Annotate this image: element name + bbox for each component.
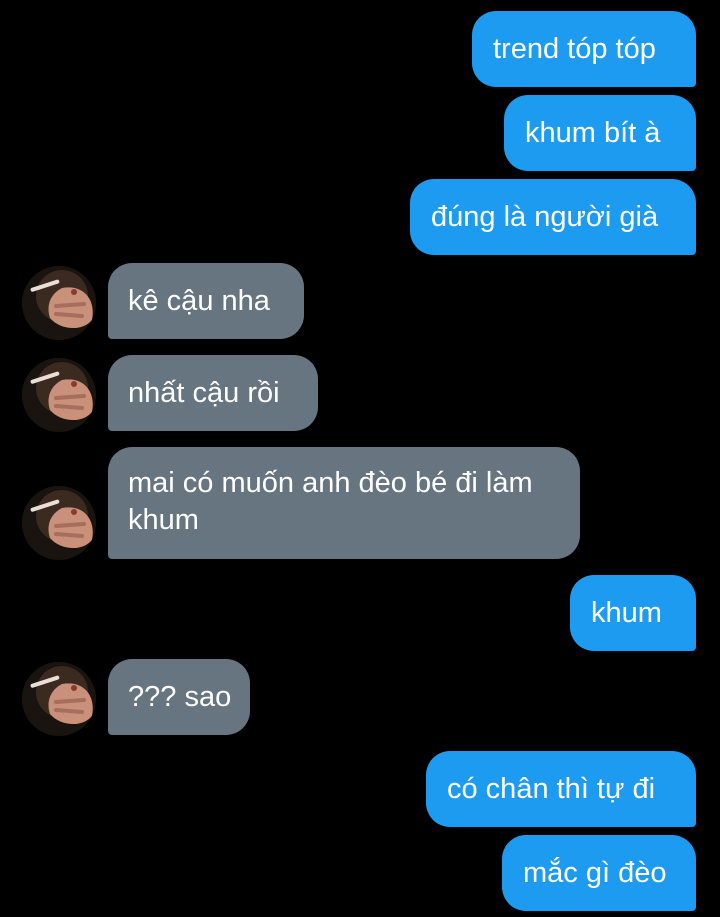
message-bubble-received[interactable]: nhất cậu rồi <box>108 355 318 431</box>
message-text: mắc gì đèo <box>523 856 667 889</box>
message-text: kê cậu nha <box>128 284 270 317</box>
message-text: mai có muốn anh đèo bé đi làm khum <box>128 467 533 536</box>
contact-avatar[interactable] <box>22 486 96 560</box>
message-text: trend tóp tóp <box>493 32 656 65</box>
message-text: nhất cậu rồi <box>128 376 280 409</box>
message-text: ??? sao <box>128 680 232 713</box>
message-bubble-received[interactable]: mai có muốn anh đèo bé đi làm khum <box>108 447 580 559</box>
avatar-photo-hand-icon <box>22 662 96 736</box>
message-bubble-received[interactable]: kê cậu nha <box>108 263 304 339</box>
avatar-photo-hand-icon <box>22 486 96 560</box>
message-bubble-sent[interactable]: trend tóp tóp <box>472 11 696 87</box>
message-bubble-sent[interactable]: mắc gì đèo <box>502 835 696 911</box>
chat-thread: trend tóp tóp khum bít à đúng là người g… <box>0 0 720 917</box>
message-bubble-sent[interactable]: khum <box>570 575 696 651</box>
contact-avatar[interactable] <box>22 266 96 340</box>
avatar-photo-hand-icon <box>22 266 96 340</box>
contact-avatar[interactable] <box>22 358 96 432</box>
message-bubble-received[interactable]: ??? sao <box>108 659 250 735</box>
message-text: khum bít à <box>525 116 661 149</box>
message-text: đúng là người già <box>431 200 659 233</box>
message-bubble-sent[interactable]: có chân thì tự đi <box>426 751 696 827</box>
message-bubble-sent[interactable]: đúng là người già <box>410 179 696 255</box>
avatar-photo-hand-icon <box>22 358 96 432</box>
message-bubble-sent[interactable]: khum bít à <box>504 95 696 171</box>
contact-avatar[interactable] <box>22 662 96 736</box>
message-text: khum <box>591 596 662 629</box>
message-text: có chân thì tự đi <box>447 772 656 805</box>
